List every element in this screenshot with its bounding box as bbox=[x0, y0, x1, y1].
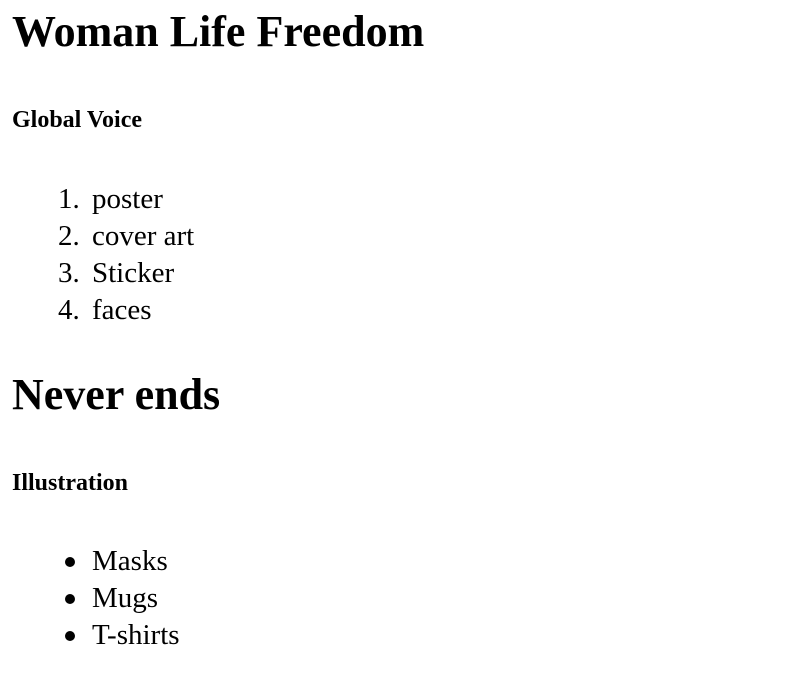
list-number: 1. bbox=[58, 183, 80, 215]
bullet-list: Masks Mugs T-shirts bbox=[0, 543, 180, 654]
section-subtitle-global-voice: Global Voice bbox=[12, 107, 143, 133]
bullet-icon bbox=[65, 557, 75, 567]
section-heading-never-ends: Never ends bbox=[12, 370, 221, 419]
list-item-label: Mugs bbox=[92, 582, 159, 614]
list-item-label: Masks bbox=[92, 545, 168, 577]
ordered-list-item: 1. poster bbox=[0, 181, 194, 218]
bullet-list-item: T-shirts bbox=[0, 617, 180, 654]
section-subtitle-illustration: Illustration bbox=[12, 470, 129, 496]
list-number: 2. bbox=[58, 220, 80, 252]
document-page: Woman Life Freedom Global Voice 1. poste… bbox=[0, 0, 792, 690]
bullet-list-item: Masks bbox=[0, 543, 180, 580]
ordered-list-item: 2. cover art bbox=[0, 218, 194, 255]
list-number: 3. bbox=[58, 257, 80, 289]
list-item-label: T-shirts bbox=[92, 619, 180, 651]
ordered-list-item: 3. Sticker bbox=[0, 255, 194, 292]
ordered-list: 1. poster 2. cover art 3. Sticker 4. fac… bbox=[0, 181, 194, 329]
list-item-label: Sticker bbox=[92, 257, 175, 289]
list-item-label: cover art bbox=[92, 220, 195, 252]
bullet-icon bbox=[65, 594, 75, 604]
bullet-list-item: Mugs bbox=[0, 580, 180, 617]
page-title: Woman Life Freedom bbox=[12, 7, 425, 56]
list-item-label: faces bbox=[92, 294, 152, 326]
ordered-list-item: 4. faces bbox=[0, 292, 194, 329]
list-number: 4. bbox=[58, 294, 80, 326]
bullet-icon bbox=[65, 631, 75, 641]
list-item-label: poster bbox=[92, 183, 163, 215]
